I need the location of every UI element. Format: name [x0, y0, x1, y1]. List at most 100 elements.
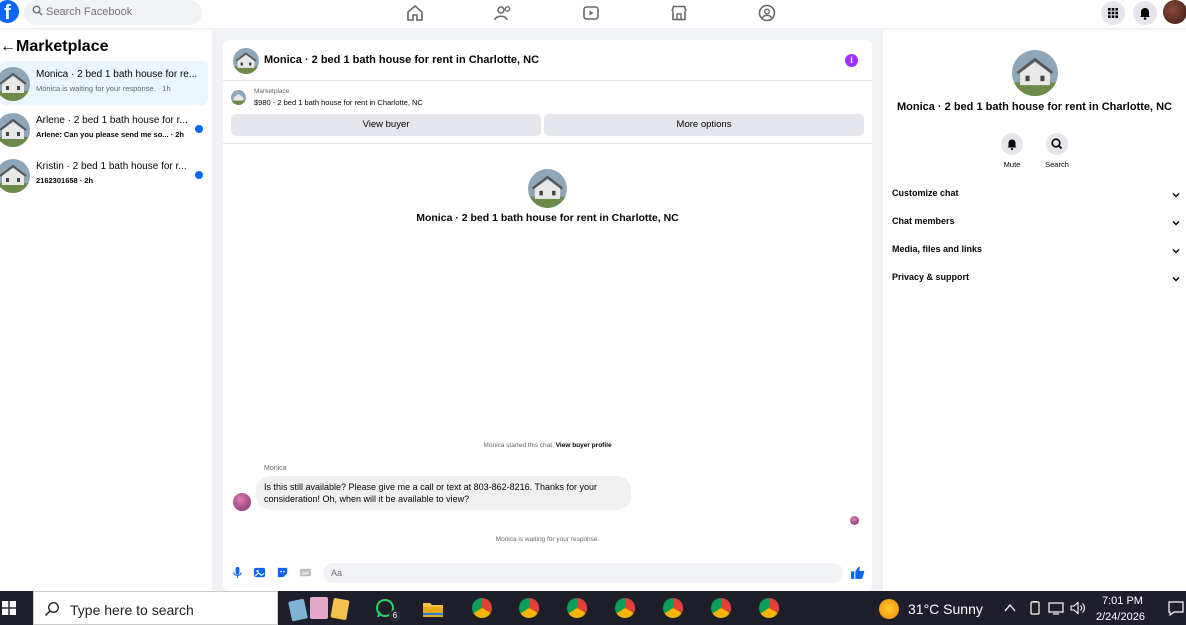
search-label: Search [1045, 160, 1069, 169]
listing-bar: Marketplace $980 - 2 bed 1 bath house fo… [223, 81, 872, 144]
info-icon[interactable]: i [845, 54, 858, 67]
chat-title[interactable]: Monica · 2 bed 1 bath house for rent in … [264, 54, 539, 66]
marketplace-title: Marketplace [16, 38, 109, 55]
sun-weather-icon[interactable] [879, 599, 899, 619]
unread-dot [195, 125, 203, 133]
chat-members-section[interactable]: Chat members [892, 216, 1181, 236]
mute-label: Mute [1003, 160, 1021, 169]
section-label: Media, files and links [892, 244, 983, 254]
house-thumbnail [0, 113, 30, 147]
search-input[interactable] [46, 3, 196, 21]
photo-icon[interactable] [253, 566, 266, 579]
chevron-down-icon [1172, 220, 1180, 226]
like-thumbs-up-icon[interactable] [850, 565, 865, 580]
privacy-support-section[interactable]: Privacy & support [892, 272, 1181, 292]
conversation-title: Arlene · 2 bed 1 bath house for r... [36, 115, 188, 126]
windows-start-icon[interactable] [2, 601, 16, 615]
sender-avatar[interactable] [233, 493, 251, 511]
section-label: Privacy & support [892, 272, 970, 282]
listing-title[interactable]: $980 - 2 bed 1 bath house for rent in Ch… [254, 98, 423, 107]
section-label: Chat members [892, 216, 955, 226]
notifications-bell-icon [1140, 8, 1150, 20]
search-in-chat-button[interactable]: Search [1037, 133, 1077, 169]
friends-icon[interactable] [493, 3, 513, 23]
marketplace-conversation-list: ←Marketplace Monica · 2 bed 1 bath house… [0, 30, 212, 591]
conversation-subtitle: 2162301658 · 2h [36, 176, 94, 185]
weather-text[interactable]: 31°C Sunny [908, 601, 983, 617]
started-text: Monica started this chat. [483, 442, 554, 449]
taskbar-search-placeholder: Type here to search [70, 602, 194, 618]
chrome-icon[interactable] [711, 598, 731, 618]
chrome-icon[interactable] [615, 598, 635, 618]
back-arrow-icon[interactable]: ← [0, 38, 16, 56]
mute-bell-icon [1007, 139, 1017, 151]
view-buyer-button[interactable]: View buyer [231, 114, 541, 136]
taskbar-search-box[interactable]: Type here to search [33, 591, 278, 625]
account-avatar[interactable] [1163, 0, 1186, 24]
chrome-icon[interactable] [567, 598, 587, 618]
message-input-box[interactable] [323, 563, 939, 583]
clock-time[interactable]: 7:01 PM [1102, 595, 1143, 607]
view-buyer-profile-link[interactable]: View buyer profile [556, 442, 612, 449]
search-icon [32, 5, 43, 16]
volume-icon[interactable] [1070, 601, 1086, 615]
groups-icon[interactable] [757, 3, 777, 23]
battery-icon[interactable] [1028, 601, 1042, 615]
conversation-item[interactable]: Monica · 2 bed 1 bath house for re... Mo… [0, 61, 208, 105]
conversation-subtitle: Arlene: Can you please send me so... · 2… [36, 130, 184, 139]
media-files-links-section[interactable]: Media, files and links [892, 244, 1181, 264]
whatsapp-app[interactable]: 6 [375, 598, 401, 622]
house-thumbnail [0, 159, 30, 193]
notifications-button[interactable] [1133, 1, 1157, 25]
chat-window: Monica · 2 bed 1 bath house for rent in … [223, 40, 939, 591]
chevron-down-icon [1172, 192, 1180, 198]
top-navigation-bar: f [0, 0, 1186, 28]
listing-thumbnail[interactable] [231, 90, 246, 105]
message-bubble[interactable]: Is this still available? Please give me … [256, 476, 631, 510]
search-icon [1051, 138, 1063, 150]
house-thumbnail [0, 67, 30, 101]
marketplace-label: Marketplace [254, 88, 290, 95]
mute-button[interactable]: Mute [992, 133, 1032, 169]
waiting-notice: Monica is waiting for your response. [495, 536, 600, 543]
conversation-title: Monica · 2 bed 1 bath house for re... [36, 69, 198, 80]
gif-icon[interactable]: GIF [299, 566, 312, 579]
conversation-title: Kristin · 2 bed 1 bath house for r... [36, 161, 187, 172]
chat-started-notice: Monica started this chat. View buyer pro… [223, 442, 872, 449]
conversation-subtitle: Monica is waiting for your response. · 1… [36, 84, 171, 93]
conversation-item[interactable]: Kristin · 2 bed 1 bath house for r... 21… [0, 153, 208, 197]
customize-chat-section[interactable]: Customize chat [892, 188, 1181, 208]
facebook-search-box[interactable] [24, 0, 202, 25]
chrome-icon[interactable] [472, 598, 492, 618]
section-label: Customize chat [892, 188, 959, 198]
network-icon[interactable] [1048, 601, 1064, 615]
message-composer: GIF [223, 562, 939, 584]
conversation-item[interactable]: Arlene · 2 bed 1 bath house for r... Arl… [0, 107, 208, 151]
watch-icon[interactable] [581, 3, 601, 23]
notifications-center-icon[interactable] [1168, 601, 1184, 616]
windows-taskbar: Type here to search 6 31°C Sunny 7:01 PM… [0, 591, 1186, 625]
home-icon[interactable] [405, 3, 425, 23]
clock-date[interactable]: 2/24/2026 [1096, 611, 1145, 623]
chat-center-title: Monica · 2 bed 1 bath house for rent in … [416, 212, 679, 224]
sticker-icon[interactable] [276, 566, 289, 579]
microphone-icon[interactable] [231, 566, 244, 579]
chevron-up-icon[interactable] [1004, 603, 1016, 613]
chrome-icon[interactable] [519, 598, 539, 618]
more-options-button[interactable]: More options [544, 114, 864, 136]
details-title: Monica · 2 bed 1 bath house for rent in … [896, 101, 1173, 113]
details-avatar[interactable] [1012, 50, 1058, 96]
chrome-icon[interactable] [663, 598, 683, 618]
chat-details-panel: Monica · 2 bed 1 bath house for rent in … [883, 30, 1186, 591]
unread-dot [195, 171, 203, 179]
menu-grid-button[interactable] [1101, 1, 1125, 25]
file-explorer-icon[interactable] [423, 600, 443, 617]
chat-avatar[interactable] [233, 48, 259, 74]
facebook-logo[interactable]: f [0, 0, 19, 23]
chrome-icon[interactable] [759, 598, 779, 618]
message-input[interactable] [331, 565, 811, 581]
search-highlight-image[interactable] [288, 594, 354, 622]
marketplace-icon[interactable] [669, 3, 689, 23]
chevron-down-icon [1172, 276, 1180, 282]
seen-indicator-avatar [850, 516, 859, 525]
